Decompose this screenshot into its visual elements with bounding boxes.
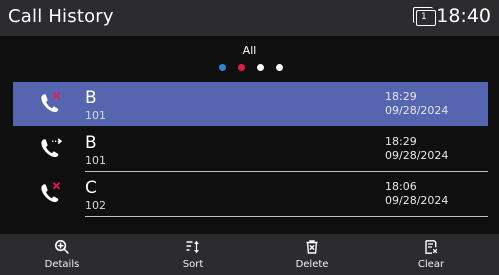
call-date: 09/28/2024 <box>385 149 449 162</box>
call-row[interactable]: B 101 18:29 09/28/2024 <box>13 127 488 172</box>
filter-dot-received[interactable] <box>276 64 283 71</box>
delete-button[interactable]: Delete <box>250 234 374 275</box>
filter-label: All <box>242 44 257 57</box>
row-separator <box>85 216 488 217</box>
header-bar: Call History 1 18:40 <box>0 0 499 36</box>
delete-label: Delete <box>295 259 329 270</box>
contact-number: 101 <box>85 154 106 167</box>
contact-number: 101 <box>85 109 106 122</box>
page-title: Call History <box>8 6 114 27</box>
filter-dot-all[interactable] <box>219 64 226 71</box>
forwarded-call-icon <box>41 138 63 158</box>
line-key-icon: 1 <box>413 7 436 26</box>
clear-label: Clear <box>417 259 445 270</box>
clear-list-icon <box>425 240 438 254</box>
missed-call-icon <box>41 92 60 113</box>
details-label: Details <box>44 259 80 270</box>
call-row[interactable]: B 101 18:29 09/28/2024 <box>13 82 488 126</box>
clock: 18:40 <box>436 5 491 27</box>
call-date: 09/28/2024 <box>385 194 449 207</box>
details-button[interactable]: Details <box>0 234 124 275</box>
contact-name: B <box>85 133 97 153</box>
contact-number: 102 <box>85 199 106 212</box>
filter-dot-placed[interactable] <box>257 64 264 71</box>
line-number: 1 <box>421 12 427 22</box>
call-time: 18:29 <box>385 90 417 103</box>
softkey-bar: Details Sort Delete Clear <box>0 234 499 275</box>
call-row[interactable]: C 102 18:06 09/28/2024 <box>13 172 488 217</box>
sort-button[interactable]: Sort <box>131 234 255 275</box>
contact-name: B <box>85 88 97 108</box>
missed-call-icon <box>41 182 60 203</box>
call-time: 18:06 <box>385 180 417 193</box>
filter-dot-missed[interactable] <box>238 64 245 71</box>
search-plus-icon <box>54 239 69 254</box>
call-date: 09/28/2024 <box>385 104 449 117</box>
contact-name: C <box>85 178 97 198</box>
call-time: 18:29 <box>385 135 417 148</box>
phone-screen: Call History 1 18:40 All B 101 18:29 09/… <box>0 0 499 275</box>
call-filter[interactable]: All <box>0 44 499 74</box>
sort-icon <box>186 241 199 253</box>
sort-label: Sort <box>182 259 204 270</box>
clear-button[interactable]: Clear <box>369 234 493 275</box>
delete-icon <box>306 240 318 254</box>
